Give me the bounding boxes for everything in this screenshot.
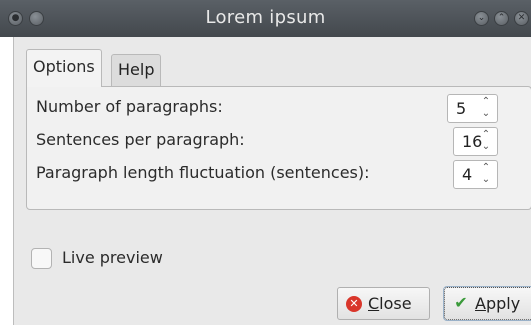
apply-button[interactable]: ✔ Apply [443, 286, 531, 321]
title-bar: ● Lorem ipsum ⌄ ⌃ ✕ [0, 0, 531, 37]
close-label-rest: lose [379, 294, 412, 313]
window-title: Lorem ipsum [205, 7, 326, 28]
fluctuation-value: 4 [462, 165, 473, 184]
apply-mnemonic: A [475, 294, 486, 313]
options-panel: Number of paragraphs: 5 ⌃ ⌄ Sentences per… [26, 86, 531, 210]
sentences-spinbox[interactable]: 16 ⌃ ⌄ [453, 127, 498, 156]
close-circle-icon: ✕ [346, 296, 362, 312]
dialog-body: Help Options Number of paragraphs: 5 ⌃ ⌄ … [13, 37, 531, 325]
paragraphs-value: 5 [456, 99, 467, 118]
fluctuation-label: Paragraph length fluctuation (sentences)… [36, 163, 370, 182]
close-icon[interactable]: ✕ [514, 11, 529, 26]
apply-label-rest: pply [485, 294, 521, 313]
tab-options[interactable]: Options [26, 49, 102, 87]
tab-help-label: Help [118, 60, 155, 79]
paragraphs-spinbox[interactable]: 5 ⌃ ⌄ [447, 94, 498, 123]
paragraphs-label: Number of paragraphs: [36, 97, 223, 116]
chevron-up-icon[interactable]: ⌃ [494, 11, 509, 26]
fluctuation-spinbox[interactable]: 4 ⌃ ⌄ [453, 160, 498, 189]
checkmark-icon: ✔ [454, 293, 468, 312]
spin-arrows-icon[interactable]: ⌃ ⌄ [476, 129, 496, 155]
tab-help[interactable]: Help [111, 54, 162, 87]
close-mnemonic: C [368, 294, 380, 313]
tab-options-label: Options [33, 57, 95, 76]
spin-arrows-icon[interactable]: ⌃ ⌄ [476, 96, 496, 122]
close-button[interactable]: ✕ Close [337, 287, 430, 320]
live-preview-checkbox[interactable] [31, 248, 52, 269]
sentences-label: Sentences per paragraph: [36, 130, 245, 149]
spin-arrows-icon[interactable]: ⌃ ⌄ [476, 162, 496, 188]
chevron-down-icon[interactable]: ⌄ [474, 11, 489, 26]
live-preview-label: Live preview [62, 248, 163, 267]
